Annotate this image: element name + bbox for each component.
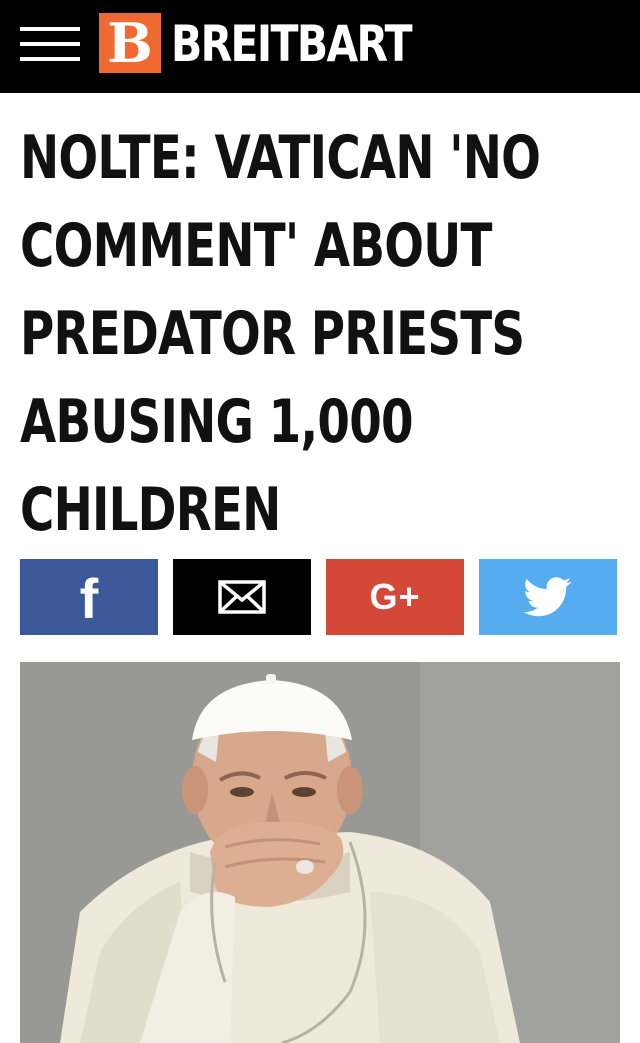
menu-bar	[20, 57, 80, 61]
twitter-share-button[interactable]	[479, 559, 617, 635]
article-headline: NOLTE: VATICAN 'NO COMMENT' ABOUT PREDAT…	[20, 114, 597, 554]
google-plus-share-button[interactable]: G+	[326, 559, 464, 635]
site-header: B BREITBART	[0, 0, 640, 93]
facebook-icon: f	[79, 567, 99, 630]
facebook-share-button[interactable]: f	[20, 559, 158, 635]
headline-line: CHILDREN	[20, 475, 281, 545]
article-photo	[20, 662, 620, 1043]
share-bar: f G+	[20, 559, 620, 635]
google-plus-icon: G+	[369, 576, 421, 617]
menu-bar	[20, 27, 80, 31]
headline-line: NOLTE: VATICAN 'NO	[20, 123, 541, 193]
headline-line: COMMENT' ABOUT	[20, 211, 492, 281]
email-share-button[interactable]	[173, 559, 311, 635]
menu-bar	[20, 42, 80, 46]
site-logo-text[interactable]: BREITBART	[171, 12, 413, 76]
logo-badge[interactable]: B	[99, 13, 161, 73]
headline-line: PREDATOR PRIESTS	[20, 299, 525, 369]
headline-line: ABUSING 1,000	[20, 387, 414, 457]
email-icon	[218, 580, 266, 614]
pope-portrait	[20, 662, 620, 1043]
hamburger-menu-icon[interactable]	[20, 24, 80, 64]
twitter-icon	[524, 577, 572, 617]
